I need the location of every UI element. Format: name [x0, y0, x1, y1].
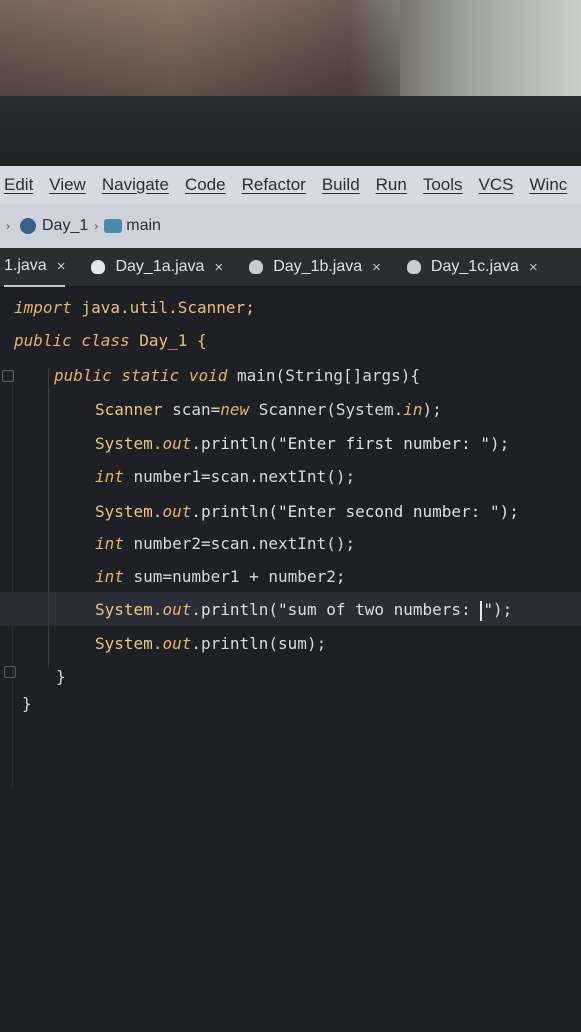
menu-window[interactable]: Winc [530, 175, 568, 195]
close-icon[interactable]: × [214, 259, 223, 276]
code-line-2: public class Day_1 { [14, 331, 207, 350]
monitor-bezel [0, 96, 581, 166]
tab-label: Day_1b.java [273, 258, 363, 275]
close-icon[interactable]: × [57, 258, 66, 275]
code-line-6: int number1=scan.nextInt(); [95, 467, 356, 486]
class-icon [91, 260, 106, 274]
tab-day-1b[interactable]: Day_1b.java × [249, 248, 381, 286]
menu-edit[interactable]: Edit [4, 175, 33, 195]
menu-view[interactable]: View [49, 175, 86, 195]
fold-icon[interactable] [2, 370, 14, 382]
tab-label: 1.java [4, 257, 47, 274]
menu-build[interactable]: Build [322, 175, 360, 195]
breadcrumb-project[interactable]: Day_1 [42, 217, 88, 235]
breadcrumb-method[interactable]: main [126, 217, 161, 235]
code-line-11: System.out.println(sum); [95, 634, 327, 653]
breadcrumb: › Day_1 › main [0, 204, 581, 248]
tab-day-1c[interactable]: Day_1c.java × [406, 248, 538, 286]
code-line-4: Scanner scan=new Scanner(System.in); [95, 400, 442, 419]
class-icon [249, 260, 264, 274]
menu-run[interactable]: Run [376, 175, 407, 195]
code-editor[interactable]: import java.util.Scanner; public class D… [0, 288, 581, 1032]
tab-label: Day_1a.java [115, 258, 205, 275]
code-line-9: int sum=number1 + number2; [95, 567, 346, 586]
menu-code[interactable]: Code [185, 175, 226, 195]
code-line-12: } [56, 667, 66, 686]
code-line-8: int number2=scan.nextInt(); [95, 534, 356, 553]
code-line-5: System.out.println("Enter first number: … [95, 434, 510, 453]
tab-label: Day_1c.java [430, 258, 519, 275]
class-icon [406, 260, 421, 274]
code-line-10: System.out.println("sum of two numbers: … [95, 600, 513, 621]
chevron-right-icon: › [6, 219, 10, 233]
code-line-13: } [22, 694, 32, 713]
editor-tabs: 1.java × Day_1a.java × Day_1b.java × Day… [0, 247, 581, 287]
close-icon[interactable]: × [372, 259, 381, 276]
fold-icon[interactable] [4, 666, 16, 678]
code-line-7: System.out.println("Enter second number:… [95, 502, 519, 521]
menu-navigate[interactable]: Navigate [102, 175, 169, 195]
menu-bar: Edit View Navigate Code Refactor Build R… [0, 166, 581, 204]
indent-guide [12, 368, 13, 788]
code-line-3: public static void main(String[]args){ [54, 366, 421, 385]
menu-vcs[interactable]: VCS [479, 175, 514, 195]
background-photo [0, 0, 581, 100]
close-icon[interactable]: × [529, 259, 538, 276]
code-line-1: import java.util.Scanner; [14, 298, 255, 317]
tab-day-1a[interactable]: Day_1a.java × [91, 248, 223, 286]
method-icon [104, 219, 123, 233]
chevron-right-icon: › [94, 219, 99, 233]
indent-guide [48, 368, 49, 668]
tab-day-1[interactable]: 1.java × [4, 247, 66, 287]
menu-refactor[interactable]: Refactor [242, 175, 306, 195]
class-icon [20, 218, 36, 234]
menu-tools[interactable]: Tools [423, 175, 463, 195]
